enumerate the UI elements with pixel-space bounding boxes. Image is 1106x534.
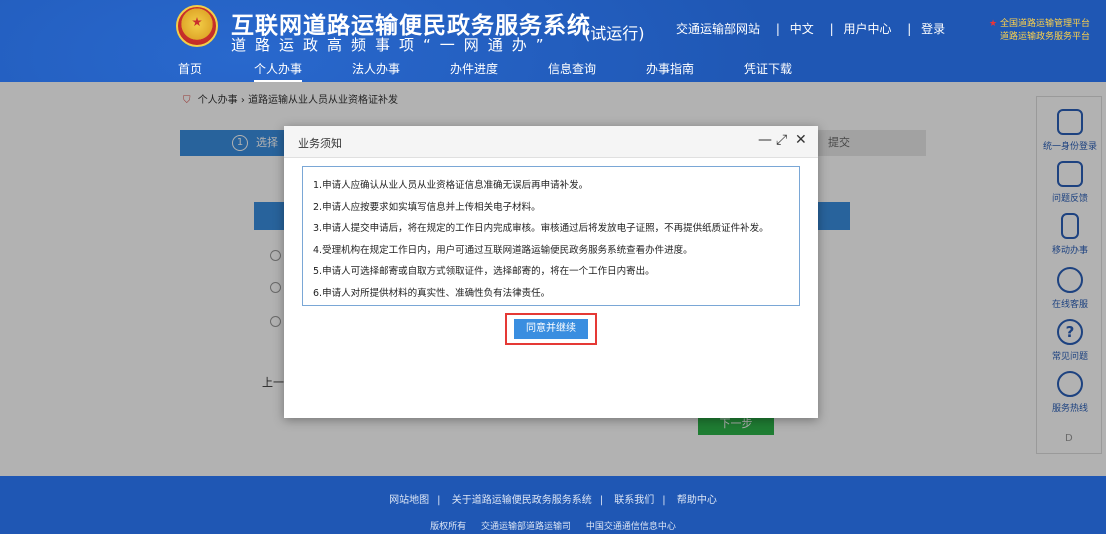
agree-highlight: 同意并继续 — [505, 313, 597, 345]
main-nav: 首页 个人办事 法人办事 办件进度 信息查询 办事指南 凭证下载 — [0, 56, 1106, 82]
nav-corporate[interactable]: 法人办事 — [352, 60, 400, 77]
site-header: 互联网道路运输便民政务服务系统 道路运政高频事项“一网通办” (试运行) 交通运… — [0, 0, 1106, 82]
nav-home[interactable]: 首页 — [178, 60, 202, 77]
notice-item: 6.申请人对所提供材料的真实性、准确性负有法律责任。 — [313, 287, 551, 299]
footer-link-help[interactable]: 帮助中心 — [677, 495, 717, 506]
separator: | — [775, 22, 780, 36]
notice-item: 1.申请人应确认从业人员从业资格证信息准确无误后再申请补发。 — [313, 180, 589, 191]
top-link-ministry[interactable]: 交通运输部网站 — [676, 22, 760, 36]
nav-guide[interactable]: 办事指南 — [646, 60, 694, 77]
top-link-language[interactable]: 中文 — [790, 22, 814, 36]
footer-link-about[interactable]: 关于道路运输便民政务服务系统 — [452, 495, 592, 506]
platform-line-1: 全国道路运输管理平台 — [999, 19, 1090, 29]
notice-item: 2.申请人应按要求如实填写信息并上传相关电子材料。 — [313, 201, 541, 213]
footer-link-sitemap[interactable]: 网站地图 — [389, 495, 429, 506]
minimize-icon[interactable]: — — [758, 132, 772, 148]
close-icon[interactable]: ✕ — [795, 132, 807, 148]
star-icon: ★ — [989, 19, 998, 29]
nav-download[interactable]: 凭证下载 — [744, 60, 792, 77]
footer-links: 网站地图 | 关于道路运输便民政务服务系统 | 联系我们 | 帮助中心 — [389, 495, 717, 506]
nav-query[interactable]: 信息查询 — [548, 60, 596, 77]
notice-item: 4.受理机构在规定工作日内，用户可通过互联网道路运输便民政务服务系统查看办件进度… — [313, 244, 693, 256]
maximize-icon[interactable]: ⤢ — [776, 132, 787, 148]
site-footer: 网站地图 | 关于道路运输便民政务服务系统 | 联系我们 | 帮助中心 版权所有 交通… — [0, 476, 1106, 534]
platform-link[interactable]: ★ 全国道路运输管理平台 道路运输政务服务平台 — [989, 18, 1090, 44]
footer-operator: 中国交通通信信息中心 — [585, 522, 676, 532]
top-links: 交通运输部网站 | 中文 | 用户中心 | 登录 — [676, 20, 951, 37]
trial-badge: (试运行) — [584, 24, 645, 43]
notice-item: 3.申请人提交申请后，将在规定的工作日内完成审核。审核通过后将发放电子证照，不再… — [313, 223, 769, 234]
nav-personal[interactable]: 个人办事 — [254, 60, 303, 82]
separator: | — [829, 22, 834, 36]
footer-copyright: 版权所有 — [430, 522, 467, 532]
notice-content: 1.申请人应确认从业人员从业资格证信息准确无误后再申请补发。 2.申请人应按要求… — [302, 166, 800, 306]
footer-link-contact[interactable]: 联系我们 — [614, 495, 654, 506]
top-link-user-center[interactable]: 用户中心 — [843, 22, 891, 36]
nav-progress[interactable]: 办件进度 — [450, 60, 498, 77]
agree-button[interactable]: 同意并继续 — [514, 319, 588, 339]
footer-info: 版权所有 交通运输部道路运输司 中国交通通信信息中心 — [0, 519, 1106, 532]
national-emblem-icon — [176, 5, 218, 47]
dialog-header: 业务须知 — ⤢ ✕ — [284, 126, 818, 158]
site-subtitle: 道路运政高频事项“一网通办” — [231, 36, 553, 54]
notice-dialog: 业务须知 — ⤢ ✕ 1.申请人应确认从业人员从业资格证信息准确无误后再申请补发… — [284, 126, 818, 418]
footer-owner: 交通运输部道路运输司 — [480, 522, 571, 532]
dialog-title: 业务须知 — [298, 137, 342, 150]
separator: | — [907, 22, 912, 36]
top-link-login[interactable]: 登录 — [921, 22, 945, 36]
notice-item: 5.申请人可选择邮寄或自取方式领取证件，选择邮寄的，将在一个工作日内寄出。 — [313, 266, 655, 277]
platform-line-2: 道路运输政务服务平台 — [999, 32, 1090, 42]
